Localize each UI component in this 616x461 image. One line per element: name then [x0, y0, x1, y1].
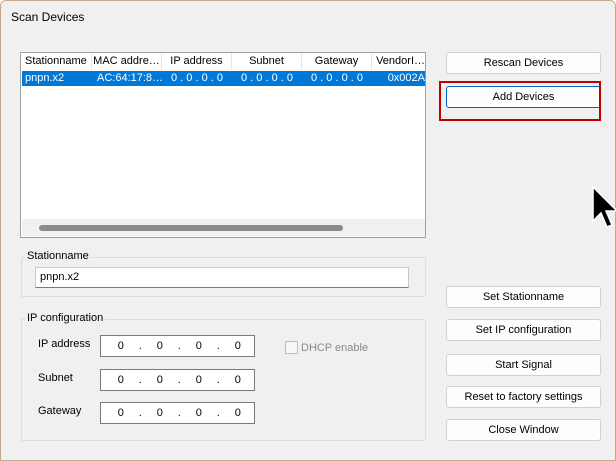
cell-gateway: 0 . 0 . 0 . 0 — [311, 72, 363, 84]
highlight-frame — [439, 81, 601, 121]
cell-ip-address: 0 . 0 . 0 . 0 — [171, 72, 223, 84]
start-signal-button[interactable]: Start Signal — [446, 354, 601, 376]
window-title: Scan Devices — [11, 10, 85, 24]
column-header-ip-address[interactable]: IP address — [162, 53, 232, 70]
title-bar[interactable]: Scan Devices — [1, 1, 615, 31]
scan-devices-window: Scan Devices Stationname MAC addre… IP a… — [0, 0, 616, 461]
mouse-pointer-icon — [592, 185, 616, 228]
set-ip-configuration-button[interactable]: Set IP configuration — [446, 319, 601, 341]
column-header-stationname[interactable]: Stationname — [21, 53, 92, 70]
stationname-group-label: Stationname — [25, 250, 91, 262]
table-row[interactable]: pnpn.x2 AC:64:17:8… 0 . 0 . 0 . 0 0 . 0 … — [22, 71, 425, 86]
reset-factory-settings-button[interactable]: Reset to factory settings — [446, 386, 601, 408]
stationname-input-value: pnpn.x2 — [40, 271, 80, 283]
horizontal-scrollbar[interactable] — [22, 219, 425, 236]
gateway-field[interactable]: 0.0.0.0 — [100, 402, 255, 424]
scrollbar-thumb[interactable] — [39, 225, 343, 231]
close-window-button[interactable]: Close Window — [446, 419, 601, 441]
subnet-field[interactable]: 0.0.0.0 — [100, 369, 255, 391]
column-header-vendor-id[interactable]: VendorI… — [372, 53, 425, 70]
device-table[interactable]: Stationname MAC addre… IP address Subnet… — [20, 52, 426, 238]
cell-vendor-id: 0x002A — [387, 72, 425, 84]
table-header: Stationname MAC addre… IP address Subnet… — [21, 53, 425, 70]
column-header-gateway[interactable]: Gateway — [302, 53, 372, 70]
rescan-devices-button[interactable]: Rescan Devices — [446, 52, 601, 74]
set-stationname-button[interactable]: Set Stationname — [446, 286, 601, 308]
ip-configuration-group-label: IP configuration — [25, 312, 106, 324]
subnet-label: Subnet — [38, 372, 73, 384]
dhcp-enable-checkbox[interactable] — [285, 341, 298, 354]
cell-subnet: 0 . 0 . 0 . 0 — [241, 72, 293, 84]
ip-address-label: IP address — [38, 338, 91, 350]
column-header-mac-address[interactable]: MAC addre… — [92, 53, 162, 70]
gateway-label: Gateway — [38, 405, 82, 417]
cell-stationname: pnpn.x2 — [25, 72, 65, 84]
column-header-subnet[interactable]: Subnet — [232, 53, 302, 70]
ip-address-field[interactable]: 0.0.0.0 — [100, 335, 255, 357]
stationname-input[interactable]: pnpn.x2 — [35, 267, 409, 288]
cell-mac-address: AC:64:17:8… — [97, 72, 162, 84]
dhcp-enable-label: DHCP enable — [301, 342, 369, 354]
